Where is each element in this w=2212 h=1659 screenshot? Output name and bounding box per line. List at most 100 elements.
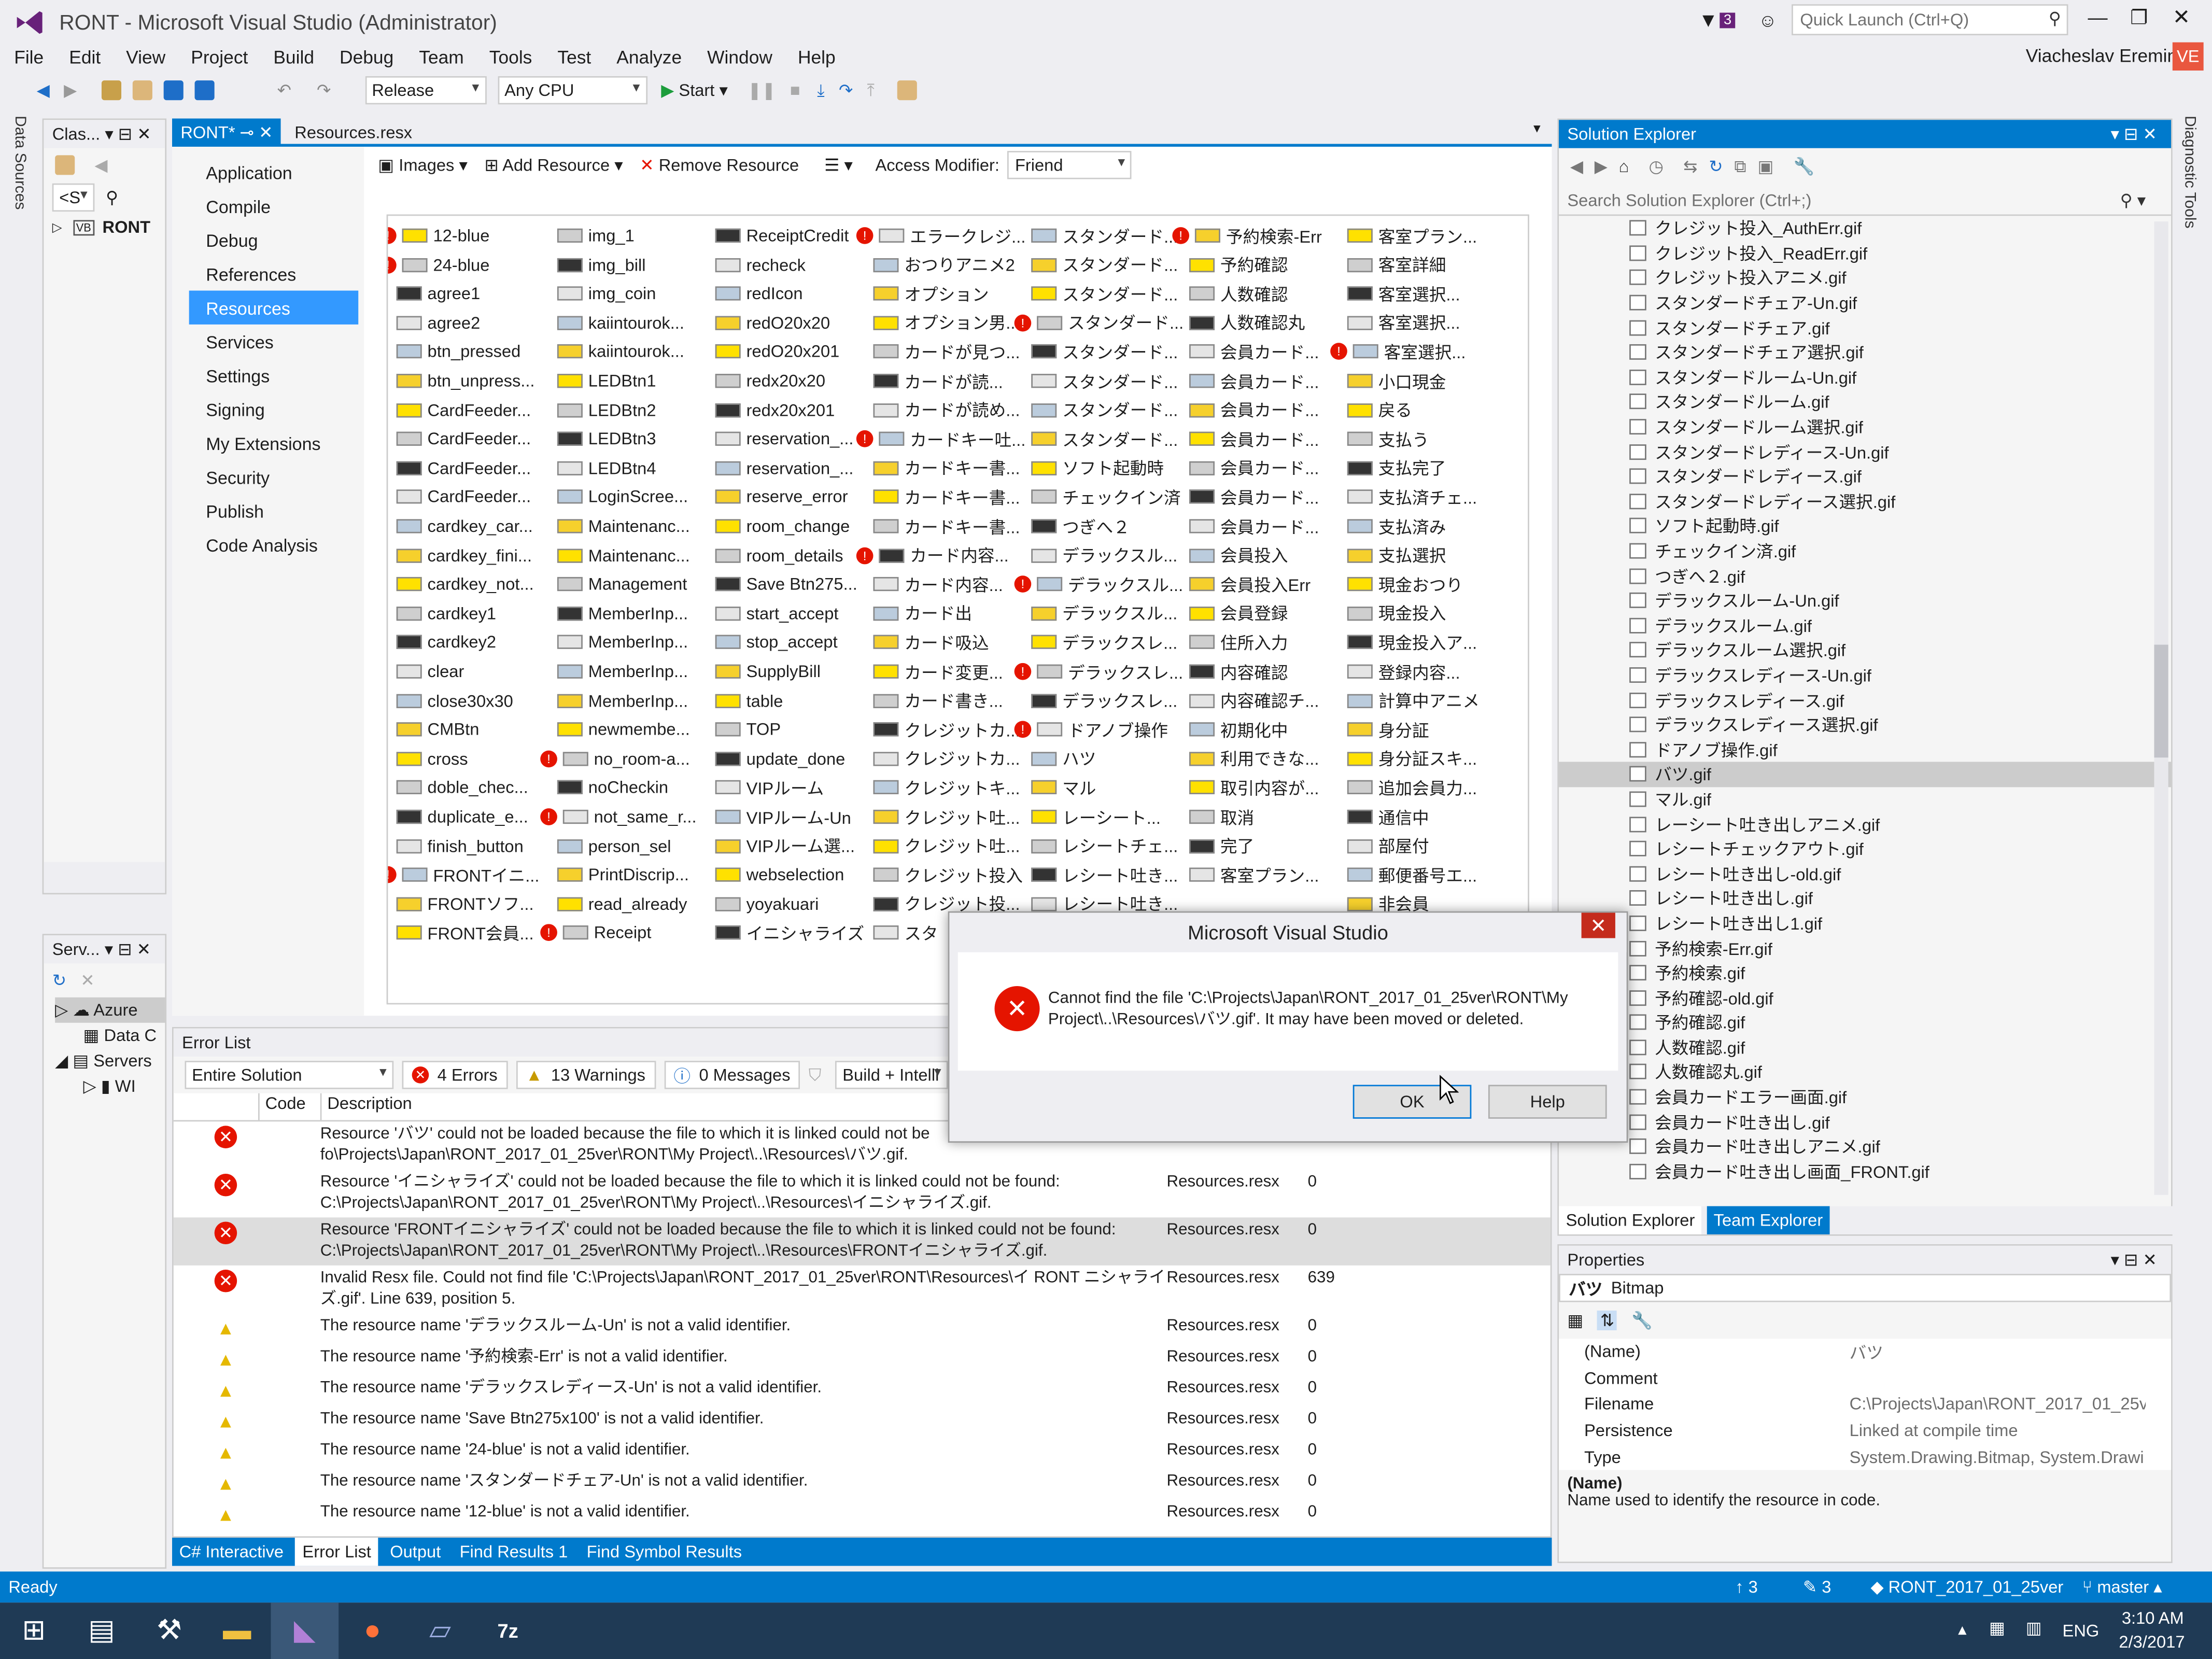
resource-item[interactable]: デラックスレ... xyxy=(1031,628,1177,656)
resource-item[interactable]: cardkey_not... xyxy=(396,570,534,598)
tab-project-properties[interactable]: RONT* ⊸ ✕ xyxy=(172,118,281,147)
property-row[interactable]: Filename C:\Projects\Japan\RONT_2017_01_2… xyxy=(1559,1391,2171,1418)
error-row[interactable]: ▲ The resource name 'スタンダードチェア-Un' is not… xyxy=(174,1469,1551,1500)
resource-item[interactable]: 小口現金 xyxy=(1347,367,1446,395)
visual-studio-taskbar-icon[interactable]: ◣ xyxy=(271,1602,339,1659)
nav-security[interactable]: Security xyxy=(172,460,364,494)
solution-item[interactable]: スタンダードレディース選択.gif xyxy=(1559,489,2171,514)
resource-item[interactable]: マル xyxy=(1031,774,1096,802)
resource-item[interactable]: 会員投入Err xyxy=(1189,570,1311,598)
resource-item[interactable]: 支払済チェ... xyxy=(1347,483,1477,511)
solution-item[interactable]: クレジット投入アニメ.gif xyxy=(1559,265,2171,290)
resource-item[interactable]: ! Receipt xyxy=(540,919,651,947)
resource-item[interactable]: デラックスレ... xyxy=(1031,686,1177,714)
error-row[interactable]: ▲ The resource name '12-blue' is not a va… xyxy=(174,1500,1551,1531)
column-description[interactable]: Description xyxy=(320,1093,412,1120)
nav-signing[interactable]: Signing xyxy=(172,392,364,426)
resource-item[interactable]: スタンダード... xyxy=(1031,425,1178,453)
resource-item[interactable]: ! デラックスレ... xyxy=(1014,657,1183,685)
resource-item[interactable]: クレジット吐... xyxy=(873,803,1020,831)
resource-item[interactable]: cardkey1 xyxy=(396,599,496,627)
resource-item[interactable]: カード吸込 xyxy=(873,628,989,656)
server-item-wi[interactable]: ▷ ▮ WI xyxy=(55,1074,165,1099)
resource-item[interactable]: レーシート... xyxy=(1031,803,1161,831)
resource-item[interactable]: room_change xyxy=(715,512,850,540)
resource-item[interactable]: カード変更... xyxy=(873,657,1003,685)
feedback-icon[interactable]: ☺ xyxy=(1758,9,1777,31)
dialog-close-button[interactable]: ✕ xyxy=(1581,912,1615,938)
notification-count[interactable]: 3 xyxy=(1719,12,1736,28)
bookmark-icon[interactable] xyxy=(897,80,917,101)
resource-item[interactable]: 人数確認 xyxy=(1189,279,1288,307)
images-dropdown[interactable]: ▣ Images ▾ xyxy=(378,155,468,175)
resource-item[interactable]: agree2 xyxy=(396,308,480,336)
class-view-back-icon[interactable]: ◀ xyxy=(94,155,107,175)
errors-filter-chip[interactable]: ✕ 4 Errors xyxy=(402,1061,508,1089)
resource-item[interactable]: 会員カード... xyxy=(1189,396,1319,424)
error-row[interactable]: ✕ Resource 'イニシャライズ' could not be loaded … xyxy=(174,1170,1551,1218)
resource-item[interactable]: 支払完了 xyxy=(1347,454,1446,482)
menu-team[interactable]: Team xyxy=(419,46,464,67)
class-view-tabs[interactable] xyxy=(44,862,165,893)
resource-item[interactable]: cross xyxy=(396,744,468,772)
resource-item[interactable]: 会員カード... xyxy=(1189,512,1319,540)
solution-item[interactable]: スタンダードレディース-Un.gif xyxy=(1559,439,2171,464)
clear-filter-icon[interactable]: ⛉ xyxy=(809,1064,822,1086)
tab-error-list[interactable]: Error List xyxy=(295,1537,378,1566)
volume-icon[interactable]: ▥ xyxy=(2026,1618,2042,1638)
nav-code-analysis[interactable]: Code Analysis xyxy=(172,528,364,561)
menu-window[interactable]: Window xyxy=(707,46,772,67)
resource-item[interactable]: LEDBtn1 xyxy=(557,367,656,395)
pin-icon[interactable]: ⊸ xyxy=(240,123,254,143)
resource-item[interactable]: ! ドアノブ操作 xyxy=(1014,715,1168,743)
resource-item[interactable]: btn_unpress... xyxy=(396,367,535,395)
resource-item[interactable]: agree1 xyxy=(396,279,480,307)
file-explorer-icon[interactable]: ▬ xyxy=(203,1602,271,1659)
resource-item[interactable]: 住所入力 xyxy=(1189,628,1288,656)
resource-item[interactable]: VIPルーム xyxy=(715,774,824,802)
solution-item[interactable]: スタンダードルーム選択.gif xyxy=(1559,414,2171,439)
resource-item[interactable]: redx20x201 xyxy=(715,396,835,424)
se-back-icon[interactable]: ◀ xyxy=(1570,157,1583,176)
resource-item[interactable]: オプション xyxy=(873,279,989,307)
resource-item[interactable]: MemberInp... xyxy=(557,686,688,714)
resource-item[interactable]: cardkey_fini... xyxy=(396,541,532,569)
resource-item[interactable]: 身分証 xyxy=(1347,715,1429,743)
solution-item[interactable]: スタンダードチェア選択.gif xyxy=(1559,340,2171,365)
resource-item[interactable]: 支払う xyxy=(1347,425,1429,453)
pending-changes[interactable]: ✎ 3 xyxy=(1803,1577,1831,1597)
menu-test[interactable]: Test xyxy=(557,46,591,67)
resource-item[interactable]: スタンダード... xyxy=(1031,279,1178,307)
solution-item[interactable]: スタンダードルーム.gif xyxy=(1559,389,2171,414)
resource-item[interactable]: stop_accept xyxy=(715,628,838,656)
resource-item[interactable]: 戻る xyxy=(1347,396,1412,424)
server-manager-icon[interactable]: ▤ xyxy=(68,1602,136,1659)
notepad-icon[interactable]: ▱ xyxy=(406,1602,474,1659)
resource-item[interactable]: reservation_... xyxy=(715,454,854,482)
filter-icon[interactable]: ▼ xyxy=(1698,8,1718,31)
menu-build[interactable]: Build xyxy=(273,46,314,67)
nav-application[interactable]: Application xyxy=(172,155,364,189)
resource-item[interactable]: レシート吐き... xyxy=(1031,861,1178,889)
resource-item[interactable]: ! 客室選択... xyxy=(1330,338,1466,365)
categorized-icon[interactable]: ▦ xyxy=(1567,1311,1583,1330)
clock-date[interactable]: 2/3/2017 xyxy=(2119,1632,2185,1652)
views-dropdown[interactable]: ☰ ▾ xyxy=(824,155,853,175)
open-icon[interactable] xyxy=(133,80,153,101)
resource-item[interactable]: LEDBtn4 xyxy=(557,454,656,482)
error-row[interactable]: ✕ Resource 'FRONTイニシャライズ' could not be lo… xyxy=(173,1217,1551,1266)
resource-item[interactable]: ! no_room-a... xyxy=(540,744,690,772)
tab-csharp-interactive[interactable]: C# Interactive xyxy=(172,1538,291,1566)
resource-item[interactable]: MemberInp... xyxy=(557,599,688,627)
save-icon[interactable] xyxy=(164,80,185,101)
resource-item[interactable]: LEDBtn3 xyxy=(557,425,656,453)
resource-item[interactable]: SupplyBill xyxy=(715,657,821,685)
tray-expand-icon[interactable]: ▴ xyxy=(1958,1620,1966,1639)
resource-item[interactable]: img_1 xyxy=(557,221,635,249)
resource-item[interactable]: ハツ xyxy=(1031,744,1096,772)
nav-services[interactable]: Services xyxy=(172,325,364,358)
nav-resources[interactable]: Resources xyxy=(189,290,359,325)
resource-item[interactable]: スタンダード... xyxy=(1031,338,1178,365)
messages-filter-chip[interactable]: ⓘ 0 Messages xyxy=(664,1061,800,1089)
resource-item[interactable]: ! FRONTイニ... xyxy=(388,861,539,889)
